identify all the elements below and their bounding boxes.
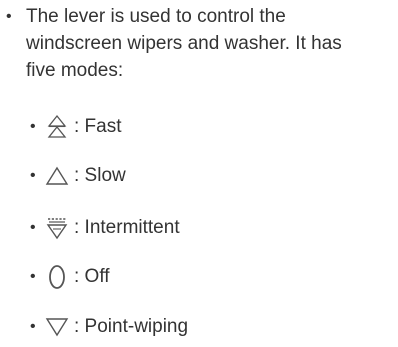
mode-item-slow: • : Slow xyxy=(30,161,126,191)
bullet: • xyxy=(30,118,36,135)
bullet: • xyxy=(30,167,36,184)
mode-item-intermittent: • : Intermittent xyxy=(30,213,180,243)
mode-label-slow: : Slow xyxy=(74,165,126,186)
double-triangle-up-icon xyxy=(44,112,70,142)
mode-label-off: : Off xyxy=(74,266,110,287)
mode-item-off: • : Off xyxy=(30,262,110,292)
mode-label-intermittent: : Intermittent xyxy=(74,217,180,238)
bullet: • xyxy=(30,219,36,236)
intermittent-wiper-icon xyxy=(44,213,70,243)
triangle-up-icon xyxy=(44,161,70,191)
bullet: • xyxy=(30,268,36,285)
intro-item: • The lever is used to control the winds… xyxy=(6,3,394,84)
mode-label-fast: : Fast xyxy=(74,116,122,137)
bullet: • xyxy=(6,8,12,25)
triangle-down-icon xyxy=(44,312,70,342)
mode-item-fast: • : Fast xyxy=(30,112,122,142)
intro-text: The lever is used to control the windscr… xyxy=(26,6,342,81)
instruction-document: • The lever is used to control the winds… xyxy=(0,0,398,347)
mode-label-point-wiping: : Point-wiping xyxy=(74,316,189,337)
zero-off-icon xyxy=(44,262,70,292)
mode-item-point-wiping: • : Point-wiping xyxy=(30,312,188,342)
bullet: • xyxy=(30,318,36,335)
